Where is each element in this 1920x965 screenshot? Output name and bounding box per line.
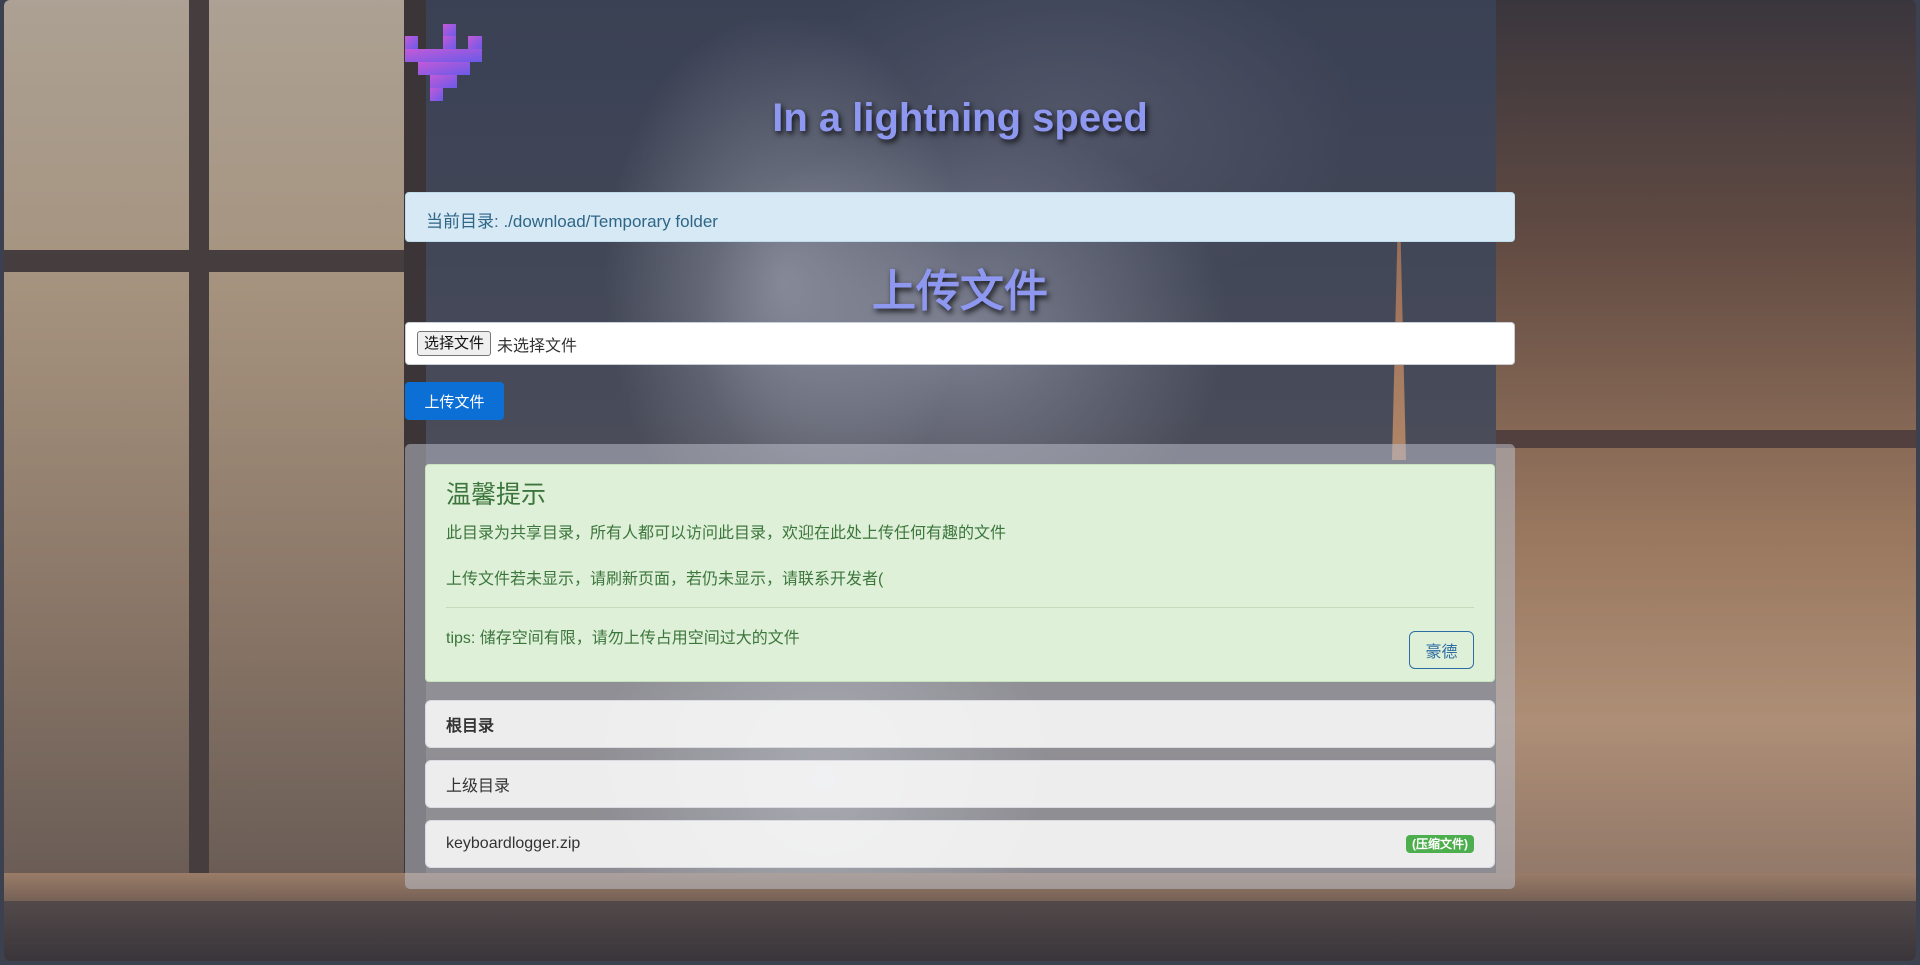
notice-line-shared: 此目录为共享目录，所有人都可以访问此目录，欢迎在此处上传任何有趣的文件 [446, 525, 1007, 542]
site-logo-icon[interactable] [405, 24, 482, 101]
file-input[interactable]: 选择文件 未选择文件 [405, 322, 1515, 365]
file-type-badge: (压缩文件) [1406, 835, 1474, 853]
upload-submit-button[interactable]: 上传文件 [405, 382, 504, 420]
notice-divider [446, 607, 1474, 608]
list-item-parent-directory[interactable]: 上级目录 [425, 760, 1495, 808]
notice-alert: 温馨提示 此目录为共享目录，所有人都可以访问此目录，欢迎在此处上传任何有趣的文件… [425, 464, 1495, 682]
upload-section-title: 上传文件 [872, 267, 1048, 316]
list-item-file[interactable]: keyboardlogger.zip (压缩文件) [425, 820, 1495, 868]
haode-button[interactable]: 豪德 [1409, 631, 1474, 669]
choose-file-button[interactable]: 选择文件 [417, 331, 492, 356]
file-status-text: 未选择文件 [497, 337, 578, 355]
notice-title: 温馨提示 [446, 481, 547, 509]
notice-tips: tips: 储存空间有限，请勿上传占用空间过大的文件 [446, 630, 800, 647]
list-item-root-directory[interactable]: 根目录 [425, 700, 1495, 748]
site-headline: In a lightning speed [772, 96, 1148, 140]
current-directory-bar: 当前目录: ./download/Temporary folder [405, 192, 1515, 242]
notice-line-refresh: 上传文件若未显示，请刷新页面，若仍未显示，请联系开发者( [446, 571, 884, 588]
parent-directory-label: 上级目录 [446, 778, 511, 795]
root-directory-label: 根目录 [446, 718, 495, 735]
file-browser-panel: 温馨提示 此目录为共享目录，所有人都可以访问此目录，欢迎在此处上传任何有趣的文件… [405, 444, 1515, 889]
file-name: keyboardlogger.zip [446, 835, 581, 852]
